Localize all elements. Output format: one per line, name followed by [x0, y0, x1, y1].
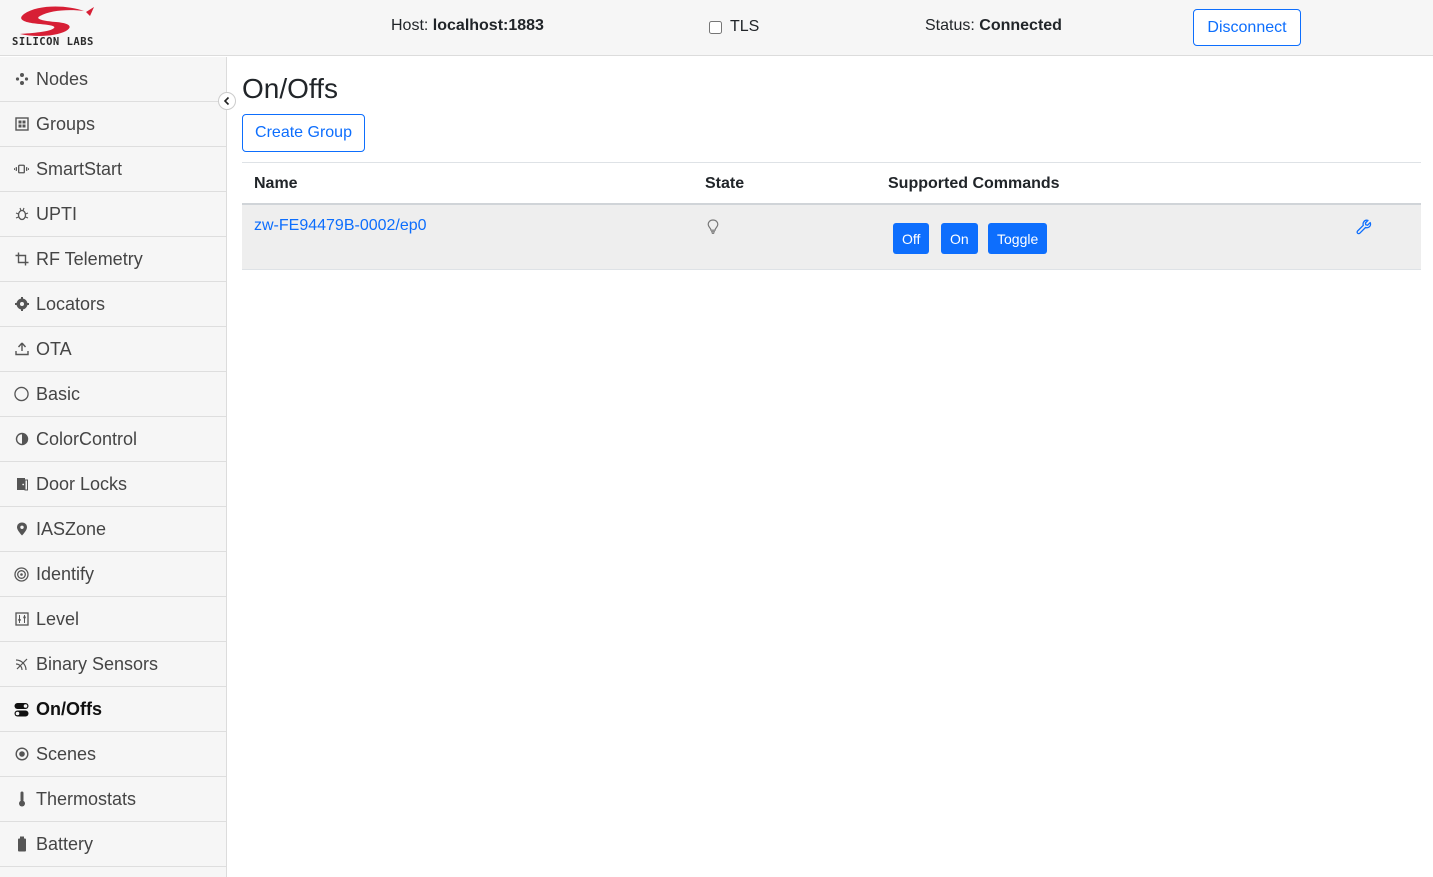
on-command-button[interactable]: On — [941, 223, 978, 254]
disconnect-button[interactable]: Disconnect — [1193, 9, 1301, 46]
sidebar-item-label: ColorControl — [36, 428, 138, 449]
sidebar-item-label: IASZone — [36, 518, 107, 539]
sidebar-item-binary-sensors[interactable]: Binary Sensors — [0, 642, 226, 687]
sidebar-item-label: UPTI — [36, 203, 78, 224]
bug-icon — [14, 207, 29, 222]
page-title: On/Offs — [242, 73, 338, 104]
contrast-icon — [14, 432, 29, 447]
sidebar-item-label: Locators — [36, 293, 106, 314]
sidebar-item-label: Thermostats — [36, 788, 137, 809]
signal-icon — [14, 657, 29, 672]
scenes-icon — [14, 747, 29, 762]
sidebar-item-colorcontrol[interactable]: ColorControl — [0, 417, 226, 462]
sidebar-item-label: Door Locks — [36, 473, 128, 494]
table-row: zw-FE94479B-0002/ep0 Off On Toggle — [242, 205, 1421, 270]
tls-checkbox[interactable] — [709, 20, 722, 34]
status-value: Connected — [979, 17, 1062, 34]
sidebar: Nodes Groups SmartStart UPTI RF Telemetr… — [0, 57, 227, 877]
sidebar-item-rf-telemetry[interactable]: RF Telemetry — [0, 237, 226, 282]
sidebar-item-groups[interactable]: Groups — [0, 102, 226, 147]
sidebar-item-label: OTA — [36, 338, 72, 359]
toggle-icon — [14, 702, 29, 717]
host-info: Host: localhost:1883 — [391, 17, 544, 35]
sidebar-item-ota[interactable]: OTA — [0, 327, 226, 372]
create-group-button[interactable]: Create Group — [242, 114, 365, 152]
circle-icon — [14, 386, 29, 402]
upload-icon — [14, 342, 29, 357]
column-header-name: Name — [254, 175, 298, 192]
nodes-icon — [14, 72, 29, 87]
onoff-table: Name State Supported Commands zw-FE94479… — [242, 162, 1421, 270]
sidebar-item-label: SmartStart — [36, 158, 123, 179]
wrench-icon[interactable] — [1356, 219, 1372, 240]
battery-icon — [14, 836, 29, 852]
smartstart-icon — [14, 162, 29, 177]
map-pin-icon — [14, 522, 29, 537]
sidebar-item-identify[interactable]: Identify — [0, 552, 226, 597]
sidebar-item-onoffs[interactable]: On/Offs — [0, 687, 226, 732]
sidebar-item-nodes[interactable]: Nodes — [0, 57, 226, 102]
sidebar-item-label: Basic — [36, 383, 81, 404]
node-name-link[interactable]: zw-FE94479B-0002/ep0 — [254, 217, 427, 235]
target-icon — [14, 566, 29, 582]
toggle-command-button[interactable]: Toggle — [988, 223, 1048, 254]
sidebar-item-label: Scenes — [36, 743, 97, 764]
lightbulb-icon — [707, 219, 719, 239]
sidebar-item-label: Level — [36, 608, 80, 629]
sidebar-item-thermostats[interactable]: Thermostats — [0, 777, 226, 822]
sidebar-collapse-button[interactable] — [218, 92, 236, 110]
sidebar-item-label: Groups — [36, 113, 96, 134]
thermometer-icon — [14, 791, 29, 807]
crop-icon — [14, 252, 29, 267]
sidebar-item-label: RF Telemetry — [36, 248, 143, 269]
sidebar-item-locators[interactable]: Locators — [0, 282, 226, 327]
sidebar-item-iaszone[interactable]: IASZone — [0, 507, 226, 552]
sidebar-item-label: Battery — [36, 833, 94, 854]
sidebar-item-basic[interactable]: Basic — [0, 372, 226, 417]
groups-icon — [14, 117, 29, 132]
logo-text: SILICON LABS — [12, 36, 94, 48]
column-header-supported-commands: Supported Commands — [888, 175, 1060, 192]
sidebar-item-scenes[interactable]: Scenes — [0, 732, 226, 777]
top-bar: SILICON LABS Host: localhost:1883 TLS St… — [0, 0, 1433, 56]
column-header-state: State — [705, 175, 745, 192]
sliders-icon — [14, 612, 29, 627]
connection-status: Status: Connected — [925, 17, 1062, 35]
sidebar-item-upti[interactable]: UPTI — [0, 192, 226, 237]
sidebar-item-label: Binary Sensors — [36, 653, 159, 674]
gear-icon — [14, 297, 29, 312]
status-label: Status: — [925, 17, 975, 34]
door-icon — [14, 477, 29, 492]
host-label: Host: — [391, 17, 429, 34]
sidebar-item-label: Nodes — [36, 68, 89, 89]
sidebar-item-level[interactable]: Level — [0, 597, 226, 642]
off-command-button[interactable]: Off — [893, 223, 930, 254]
sidebar-item-label: Identify — [36, 563, 95, 584]
chevron-left-icon — [223, 96, 230, 106]
sidebar-item-battery[interactable]: Battery — [0, 822, 226, 867]
table-header: Name State Supported Commands — [242, 162, 1421, 205]
sidebar-item-label: On/Offs — [36, 698, 102, 719]
sidebar-item-smartstart[interactable]: SmartStart — [0, 147, 226, 192]
host-value: localhost:1883 — [432, 17, 544, 34]
tls-toggle[interactable]: TLS — [709, 18, 759, 36]
tls-label: TLS — [730, 18, 760, 35]
sidebar-item-door-locks[interactable]: Door Locks — [0, 462, 226, 507]
